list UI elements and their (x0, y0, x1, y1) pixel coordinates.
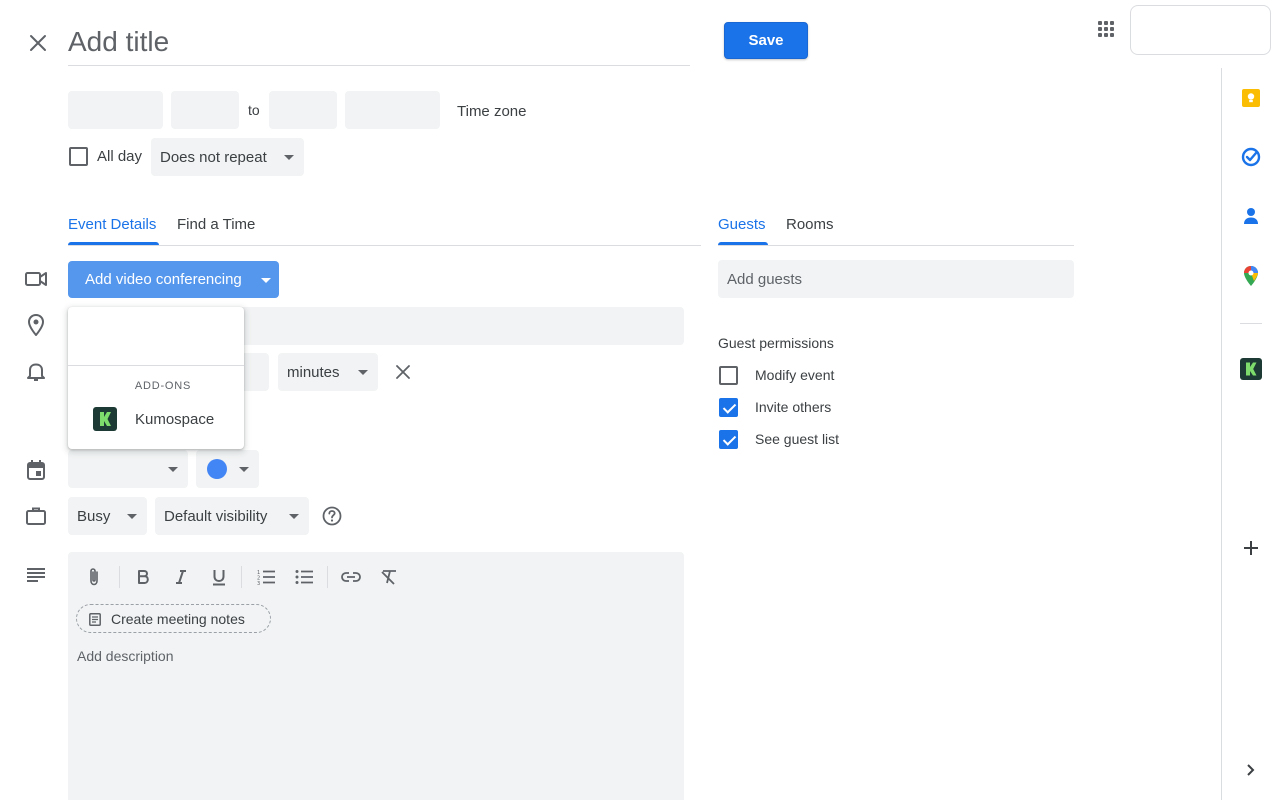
visibility-dropdown[interactable]: Default visibility (155, 497, 309, 535)
link-icon[interactable] (338, 564, 364, 590)
status-value: Busy (77, 507, 111, 525)
timezone-link[interactable]: Time zone (457, 103, 526, 120)
conferencing-menu: ADD-ONS Kumospace (68, 307, 244, 449)
kumospace-label: Kumospace (135, 410, 215, 428)
visibility-value: Default visibility (164, 507, 268, 525)
color-dropdown[interactable] (196, 450, 259, 488)
color-swatch (207, 459, 227, 479)
invite-others-checkbox[interactable] (719, 398, 738, 417)
tabs-divider (68, 245, 701, 246)
status-dropdown[interactable]: Busy (68, 497, 147, 535)
add-guests-input[interactable]: Add guests (718, 260, 1074, 298)
chevron-right-icon[interactable] (1239, 758, 1263, 782)
tab-event-details[interactable]: Event Details (68, 216, 156, 233)
title-input[interactable] (68, 18, 690, 66)
bulleted-list-icon[interactable] (291, 564, 317, 590)
addons-section-header: ADD-ONS (134, 380, 192, 392)
calendar-icon (24, 458, 48, 482)
modify-event-checkbox[interactable] (719, 366, 738, 385)
notification-unit-value: minutes (287, 363, 340, 381)
bold-icon[interactable] (130, 564, 156, 590)
maps-icon[interactable] (1239, 264, 1263, 288)
account-panel[interactable] (1130, 5, 1271, 55)
chevron-down-icon (284, 155, 294, 160)
description-editor[interactable]: 123 Create meeting notes Add description (68, 552, 684, 800)
toolbar-divider (241, 566, 242, 588)
repeat-value: Does not repeat (160, 148, 267, 166)
toolbar-divider (327, 566, 328, 588)
menu-item-kumospace[interactable]: Kumospace (68, 403, 244, 435)
rail-divider (1240, 323, 1262, 324)
description-icon (24, 563, 48, 587)
numbered-list-icon[interactable]: 123 (253, 564, 279, 590)
keep-icon[interactable] (1239, 86, 1263, 110)
meeting-notes-label: Create meeting notes (111, 610, 245, 627)
italic-icon[interactable] (168, 564, 194, 590)
toolbar-divider (119, 566, 120, 588)
notification-unit-dropdown[interactable]: minutes (278, 353, 378, 391)
add-guests-placeholder: Add guests (727, 270, 803, 288)
save-button[interactable]: Save (724, 22, 808, 59)
add-video-conferencing-button[interactable]: Add video conferencing (68, 261, 279, 298)
close-icon[interactable] (24, 29, 52, 57)
video-icon (24, 267, 48, 291)
see-guest-list-checkbox[interactable] (719, 430, 738, 449)
allday-label: All day (97, 148, 143, 165)
tab-guests[interactable]: Guests (718, 216, 766, 233)
guest-permissions-title: Guest permissions (718, 335, 834, 351)
apps-grid-icon[interactable] (1092, 15, 1120, 43)
chevron-down-icon (127, 514, 137, 519)
add-icon[interactable] (1239, 536, 1263, 560)
kumospace-icon (93, 407, 117, 431)
chevron-down-icon (289, 514, 299, 519)
end-date-field[interactable] (345, 91, 440, 129)
chevron-down-icon (168, 467, 178, 472)
chevron-down-icon (239, 467, 249, 472)
chevron-down-icon[interactable] (261, 277, 271, 283)
guests-tabs-divider (718, 245, 1074, 246)
tasks-icon[interactable] (1239, 145, 1263, 169)
side-panel-rail (1221, 68, 1279, 800)
bell-icon (24, 360, 48, 384)
repeat-dropdown[interactable]: Does not repeat (151, 138, 304, 176)
see-guest-list-label: See guest list (755, 431, 840, 447)
help-icon[interactable] (320, 504, 344, 528)
menu-divider (68, 365, 244, 366)
modify-event-label: Modify event (755, 367, 835, 383)
location-icon (24, 313, 48, 337)
tab-find-a-time[interactable]: Find a Time (177, 216, 255, 233)
notes-icon (88, 612, 102, 626)
contacts-icon[interactable] (1239, 204, 1263, 228)
attach-icon[interactable] (81, 564, 107, 590)
kumospace-icon[interactable] (1240, 358, 1262, 380)
underline-icon[interactable] (206, 564, 232, 590)
allday-checkbox[interactable] (69, 147, 88, 166)
end-time-field[interactable] (269, 91, 337, 129)
tab-rooms[interactable]: Rooms (786, 216, 834, 233)
svg-text:3: 3 (257, 581, 260, 585)
calendar-dropdown[interactable] (68, 450, 188, 488)
start-date-field[interactable] (68, 91, 163, 129)
to-label: to (248, 102, 260, 118)
remove-notification-icon[interactable] (391, 360, 415, 384)
invite-others-label: Invite others (755, 399, 832, 415)
start-time-field[interactable] (171, 91, 239, 129)
briefcase-icon (24, 504, 48, 528)
description-placeholder: Add description (77, 648, 174, 664)
create-meeting-notes-button[interactable]: Create meeting notes (76, 604, 271, 633)
video-button-label: Add video conferencing (85, 271, 242, 288)
clear-format-icon[interactable] (376, 564, 402, 590)
chevron-down-icon (358, 370, 368, 375)
